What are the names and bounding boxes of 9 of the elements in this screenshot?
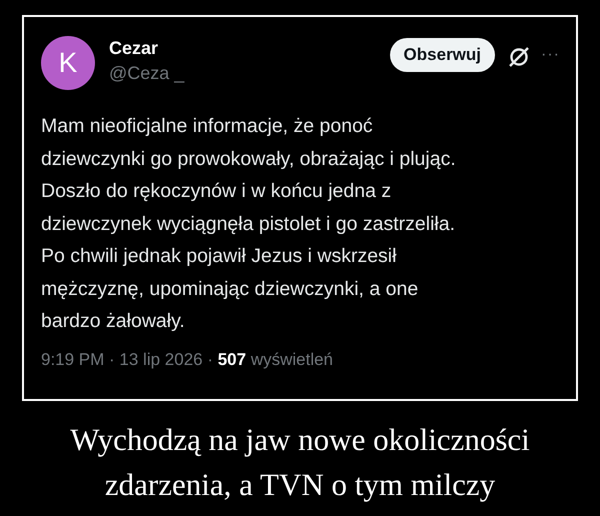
user-handle: @Ceza _ xyxy=(109,63,186,84)
caption: Wychodzą na jaw nowe okoliczności zdarzenia, a TVN o tym milczy xyxy=(69,421,531,504)
more-button[interactable]: ··· xyxy=(541,46,560,64)
follow-button[interactable]: Obserwuj xyxy=(390,38,496,72)
tweet-text: Mam nieoficjalne informacje, że ponoć dziewczynki go prowokowały, obrażając i plując. Doszło do rękoczynów i w końcu jedna z dziewczynek wyciągnęła pistolet i go zastrzeliła. Po chwili jednak pojawił Jezus i wskrzesił mężczyznę, upominając dziewczynki, a one bardzo żałowały. xyxy=(41,114,457,334)
slashed-circle-icon[interactable] xyxy=(507,45,532,69)
user-name: Cezar xyxy=(109,38,160,59)
tweet-meta: 9:19 PM · 13 lip 2026 · 507 wyświetleń xyxy=(41,350,334,370)
avatar[interactable]: K xyxy=(41,36,95,90)
